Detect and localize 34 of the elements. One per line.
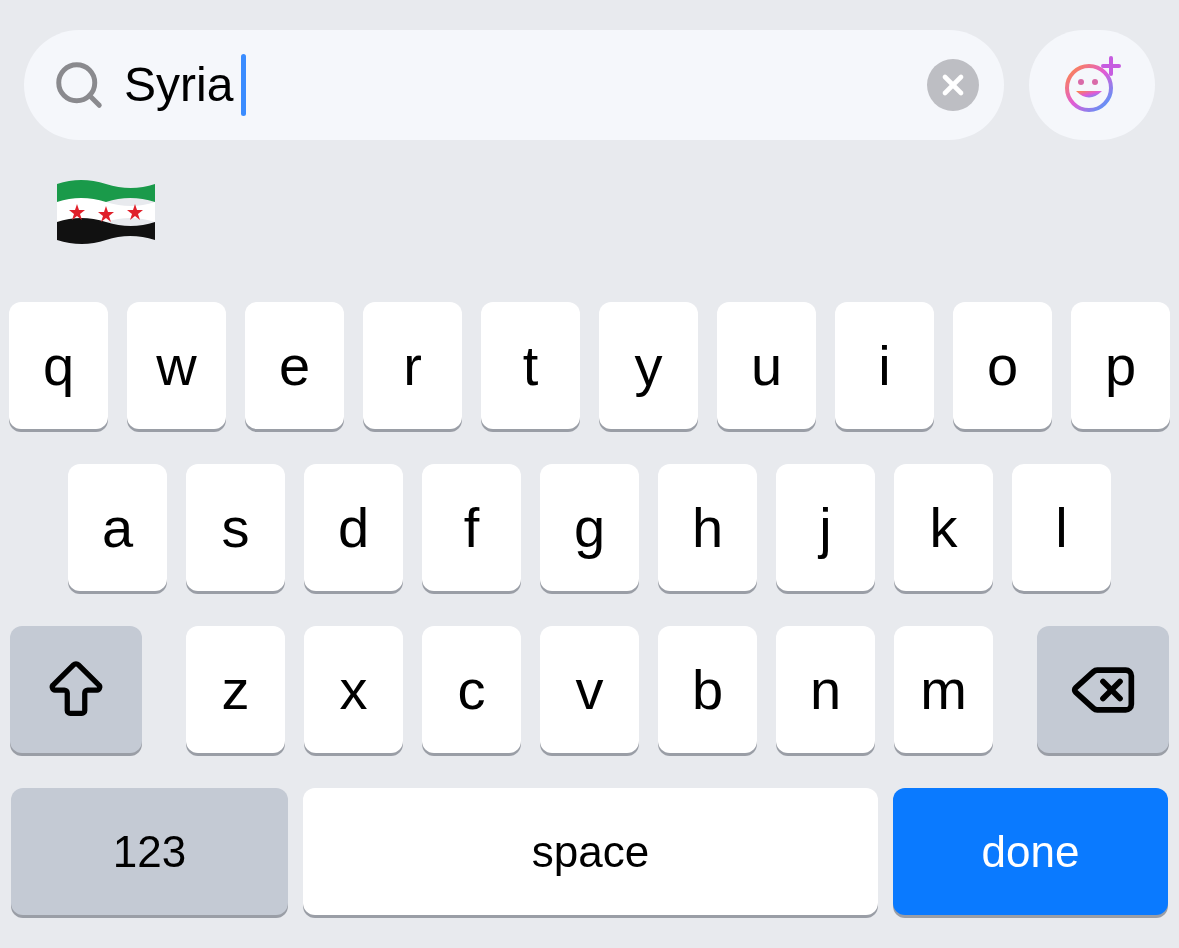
shift-key[interactable] xyxy=(10,626,142,753)
key[interactable]: y xyxy=(599,302,698,429)
key[interactable]: b xyxy=(658,626,757,753)
key[interactable]: c xyxy=(422,626,521,753)
numbers-key[interactable]: 123 xyxy=(11,788,288,915)
search-text: Syria xyxy=(124,57,234,113)
key[interactable]: k xyxy=(894,464,993,591)
key[interactable]: z xyxy=(186,626,285,753)
key[interactable]: d xyxy=(304,464,403,591)
text-cursor xyxy=(241,54,247,116)
key[interactable]: w xyxy=(127,302,226,429)
key[interactable]: a xyxy=(68,464,167,591)
key[interactable]: v xyxy=(540,626,639,753)
key[interactable]: x xyxy=(304,626,403,753)
key[interactable]: g xyxy=(540,464,639,591)
key[interactable]: n xyxy=(776,626,875,753)
key[interactable]: s xyxy=(186,464,285,591)
key[interactable]: m xyxy=(894,626,993,753)
key[interactable]: t xyxy=(481,302,580,429)
key[interactable]: h xyxy=(658,464,757,591)
key[interactable]: e xyxy=(245,302,344,429)
key[interactable]: f xyxy=(422,464,521,591)
key[interactable]: r xyxy=(363,302,462,429)
delete-key[interactable] xyxy=(1037,626,1169,753)
space-key[interactable]: space xyxy=(303,788,878,915)
key[interactable]: p xyxy=(1071,302,1170,429)
key[interactable]: o xyxy=(953,302,1052,429)
done-key[interactable]: done xyxy=(893,788,1168,915)
key[interactable]: u xyxy=(717,302,816,429)
key[interactable]: i xyxy=(835,302,934,429)
key[interactable]: j xyxy=(776,464,875,591)
search-field[interactable]: Syria xyxy=(24,30,1004,140)
key[interactable]: l xyxy=(1012,464,1111,591)
key[interactable]: q xyxy=(9,302,108,429)
